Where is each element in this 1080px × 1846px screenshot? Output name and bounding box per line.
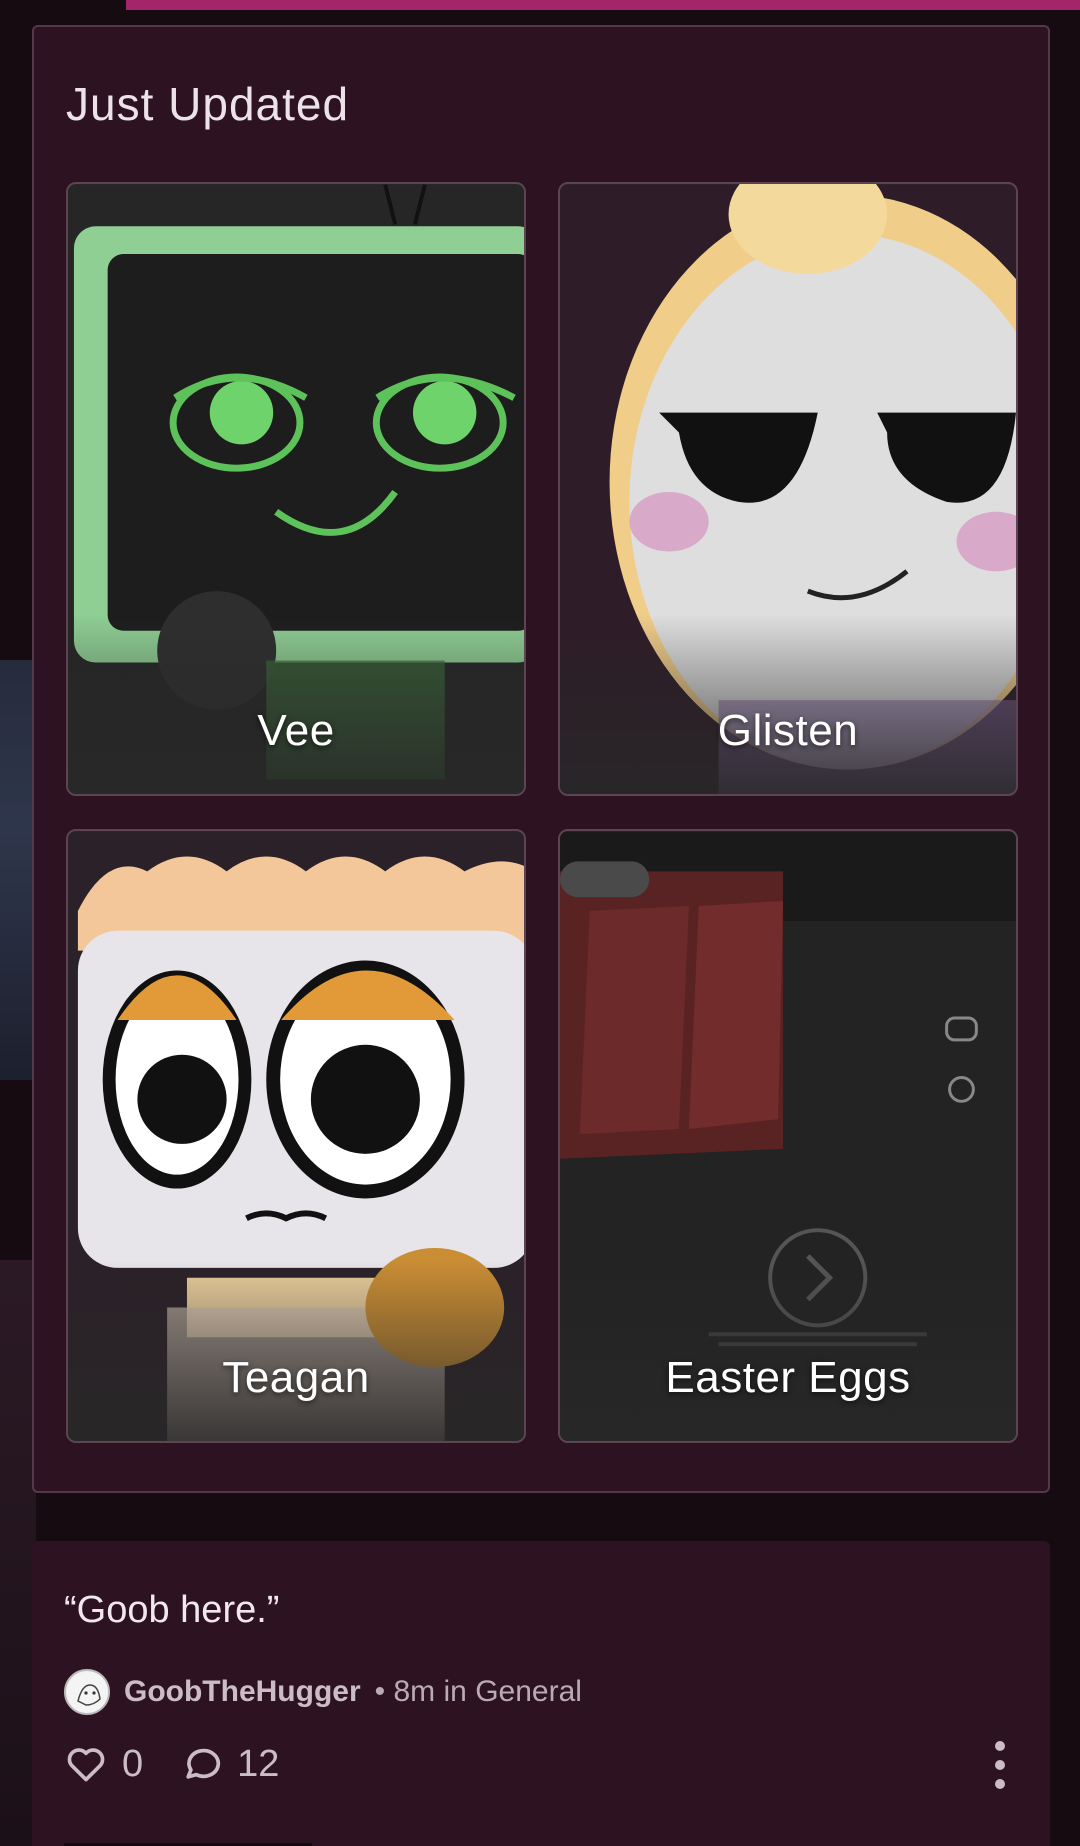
card-label: Easter Eggs	[665, 1353, 911, 1402]
top-accent-bar	[126, 0, 1080, 10]
card-vee[interactable]: Vee	[66, 182, 526, 796]
card-label: Glisten	[717, 706, 859, 755]
section-title: Just Updated	[66, 78, 350, 130]
card-easter-eggs[interactable]: Easter Eggs	[558, 829, 1018, 1443]
background-scenery	[0, 660, 36, 1080]
like-button[interactable]: 0	[64, 1742, 143, 1786]
post-title[interactable]: “Goob here.”	[64, 1589, 279, 1632]
card-teagan[interactable]: Teagan	[66, 829, 526, 1443]
author-name[interactable]: GoobTheHugger	[124, 1675, 361, 1709]
heart-icon	[67, 1748, 105, 1782]
discussion-post[interactable]: “Goob here.” GoobTheHugger • 8m in Gener…	[32, 1541, 1050, 1846]
card-label: Vee	[257, 706, 335, 755]
comment-button[interactable]: 12	[179, 1742, 279, 1786]
post-meta: GoobTheHugger • 8m in General	[64, 1669, 582, 1715]
background-scenery	[0, 1260, 36, 1846]
post-actions: 0 12	[64, 1739, 315, 1789]
comment-count: 12	[237, 1742, 280, 1785]
card-label: Teagan	[222, 1353, 370, 1402]
avatar[interactable]	[64, 1669, 110, 1715]
card-glisten[interactable]: Glisten	[558, 182, 1018, 796]
like-count: 0	[122, 1742, 144, 1785]
more-vertical-icon[interactable]	[990, 1741, 1010, 1789]
just-updated-panel: Just Updated Vee Glisten Teagan Easter E…	[32, 25, 1050, 1493]
post-timestamp-category: • 8m in General	[374, 1675, 582, 1708]
comment-icon	[186, 1748, 221, 1779]
